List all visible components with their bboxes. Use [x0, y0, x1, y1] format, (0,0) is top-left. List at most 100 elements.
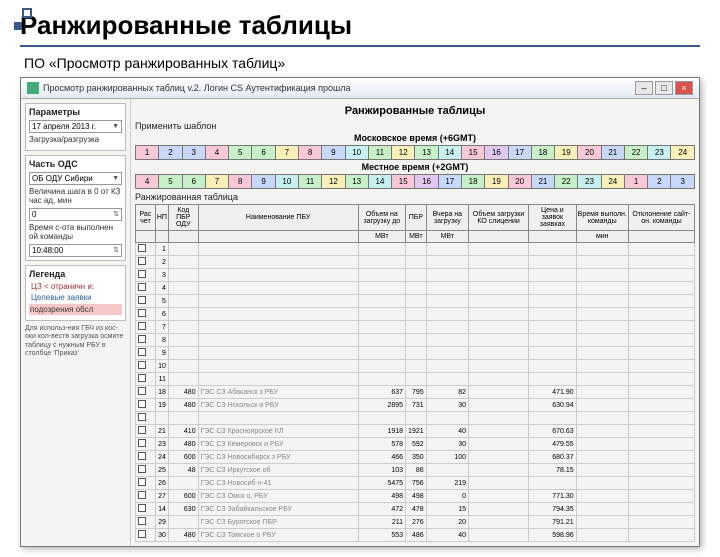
table-row[interactable]: 14630 ГЭС СЗ Забайкальское РБУ 47247815 …: [136, 503, 695, 516]
hour-cell[interactable]: 21: [601, 146, 624, 160]
hour-cell[interactable]: 9: [252, 175, 275, 189]
table-row[interactable]: 1: [136, 243, 695, 256]
hour-cell[interactable]: 24: [601, 175, 624, 189]
hour-cell[interactable]: 2: [159, 146, 182, 160]
table-row[interactable]: 7: [136, 321, 695, 334]
table-row[interactable]: 5: [136, 295, 695, 308]
hour-cell[interactable]: 17: [508, 146, 531, 160]
checkbox[interactable]: [138, 400, 146, 408]
table-row[interactable]: 19480 ГЭС СЗ Нскольск и РБУ 289573130 63…: [136, 399, 695, 412]
ods-select[interactable]: ОБ ОДУ Сибири▼: [29, 172, 122, 185]
hour-cell[interactable]: 13: [415, 146, 438, 160]
hour-cell[interactable]: 15: [392, 175, 415, 189]
hour-cell[interactable]: 21: [531, 175, 554, 189]
hour-cell[interactable]: 15: [461, 146, 484, 160]
hour-grid-msk[interactable]: 123456789101112131415161718192021222324: [135, 145, 695, 160]
maximize-button[interactable]: □: [655, 81, 673, 95]
table-row[interactable]: 2548 ГЭС СЗ Иркутское об 10386 78.15: [136, 464, 695, 477]
checkbox[interactable]: [138, 257, 146, 265]
checkbox[interactable]: [138, 270, 146, 278]
table-row[interactable]: 27600 ГЭС СЗ Омск о, РБУ 4984980 771.30: [136, 490, 695, 503]
hour-cell[interactable]: 4: [205, 146, 228, 160]
hour-cell[interactable]: 8: [229, 175, 252, 189]
hour-cell[interactable]: 10: [275, 175, 298, 189]
hour-cell[interactable]: 20: [508, 175, 531, 189]
table-row[interactable]: 26 ГЭС СЗ Новосиб н-41 5475756219: [136, 477, 695, 490]
table-row[interactable]: 18480 ГЭС СЗ Абаканск з РБУ 63779582 471…: [136, 386, 695, 399]
hour-cell[interactable]: 9: [322, 146, 345, 160]
hour-cell[interactable]: 4: [136, 175, 159, 189]
hour-cell[interactable]: 3: [671, 175, 695, 189]
hour-cell[interactable]: 6: [182, 175, 205, 189]
hour-cell[interactable]: 1: [136, 146, 159, 160]
hour-cell[interactable]: 12: [322, 175, 345, 189]
hour-cell[interactable]: 16: [485, 146, 508, 160]
hour-cell[interactable]: 23: [648, 146, 671, 160]
checkbox[interactable]: [138, 413, 146, 421]
hour-cell[interactable]: 19: [555, 146, 578, 160]
hour-cell[interactable]: 13: [345, 175, 368, 189]
hour-cell[interactable]: 20: [578, 146, 601, 160]
hour-cell[interactable]: 18: [531, 146, 554, 160]
hour-cell[interactable]: 11: [298, 175, 321, 189]
table-row[interactable]: 23480 ГЭС СЗ Кемеровск и РБУ 57859230 47…: [136, 438, 695, 451]
checkbox[interactable]: [138, 374, 146, 382]
table-row[interactable]: 9: [136, 347, 695, 360]
hour-cell[interactable]: 11: [368, 146, 391, 160]
table-row[interactable]: 8: [136, 334, 695, 347]
checkbox[interactable]: [138, 426, 146, 434]
titlebar[interactable]: Просмотр ранжированных таблиц v.2. Логин…: [21, 78, 699, 99]
checkbox[interactable]: [138, 296, 146, 304]
hour-cell[interactable]: 23: [578, 175, 601, 189]
table-row[interactable]: [136, 412, 695, 425]
checkbox[interactable]: [138, 361, 146, 369]
hour-cell[interactable]: 16: [415, 175, 438, 189]
table-row[interactable]: 2: [136, 256, 695, 269]
minimize-button[interactable]: –: [635, 81, 653, 95]
checkbox[interactable]: [138, 387, 146, 395]
table-row[interactable]: 10: [136, 360, 695, 373]
table-row[interactable]: 4: [136, 282, 695, 295]
checkbox[interactable]: [138, 309, 146, 317]
hour-cell[interactable]: 22: [555, 175, 578, 189]
hour-cell[interactable]: 7: [205, 175, 228, 189]
hour-cell[interactable]: 18: [461, 175, 484, 189]
table-row[interactable]: 6: [136, 308, 695, 321]
hour-cell[interactable]: 22: [624, 146, 647, 160]
checkbox[interactable]: [138, 491, 146, 499]
hour-cell[interactable]: 10: [345, 146, 368, 160]
checkbox[interactable]: [138, 322, 146, 330]
hour-cell[interactable]: 19: [485, 175, 508, 189]
hour-cell[interactable]: 2: [648, 175, 671, 189]
table-row[interactable]: 11: [136, 373, 695, 386]
table-row[interactable]: 29 ГЭС СЗ Бурятское ПБР 21127620 791.21: [136, 516, 695, 529]
checkbox[interactable]: [138, 465, 146, 473]
table-row[interactable]: 21410 ГЭС СЗ Красноярское КЛ 1918192140 …: [136, 425, 695, 438]
checkbox[interactable]: [138, 244, 146, 252]
hour-cell[interactable]: 14: [368, 175, 391, 189]
hour-grid-local[interactable]: 456789101112131415161718192021222324123: [135, 174, 695, 189]
hour-cell[interactable]: 8: [298, 146, 321, 160]
hour-cell[interactable]: 7: [275, 146, 298, 160]
hour-cell[interactable]: 5: [229, 146, 252, 160]
date-picker[interactable]: 17 апреля 2013 г.▼: [29, 120, 122, 133]
hour-cell[interactable]: 14: [438, 146, 461, 160]
hour-cell[interactable]: 24: [671, 146, 695, 160]
checkbox[interactable]: [138, 439, 146, 447]
hour-cell[interactable]: 5: [159, 175, 182, 189]
time-input[interactable]: 10:48:00⇅: [29, 244, 122, 257]
hour-cell[interactable]: 3: [182, 146, 205, 160]
interval-input[interactable]: 0⇅: [29, 208, 122, 221]
hour-cell[interactable]: 1: [624, 175, 647, 189]
checkbox[interactable]: [138, 478, 146, 486]
checkbox[interactable]: [138, 452, 146, 460]
rank-data-table[interactable]: Рас чет НП Код ПБР ОДУ Наименование ПБУ …: [135, 204, 695, 542]
close-button[interactable]: ×: [675, 81, 693, 95]
checkbox[interactable]: [138, 530, 146, 538]
checkbox[interactable]: [138, 283, 146, 291]
hour-cell[interactable]: 12: [392, 146, 415, 160]
hour-cell[interactable]: 17: [438, 175, 461, 189]
checkbox[interactable]: [138, 517, 146, 525]
checkbox[interactable]: [138, 348, 146, 356]
table-row[interactable]: 24600 ГЭС СЗ Новосибирск з РБУ 466350100…: [136, 451, 695, 464]
